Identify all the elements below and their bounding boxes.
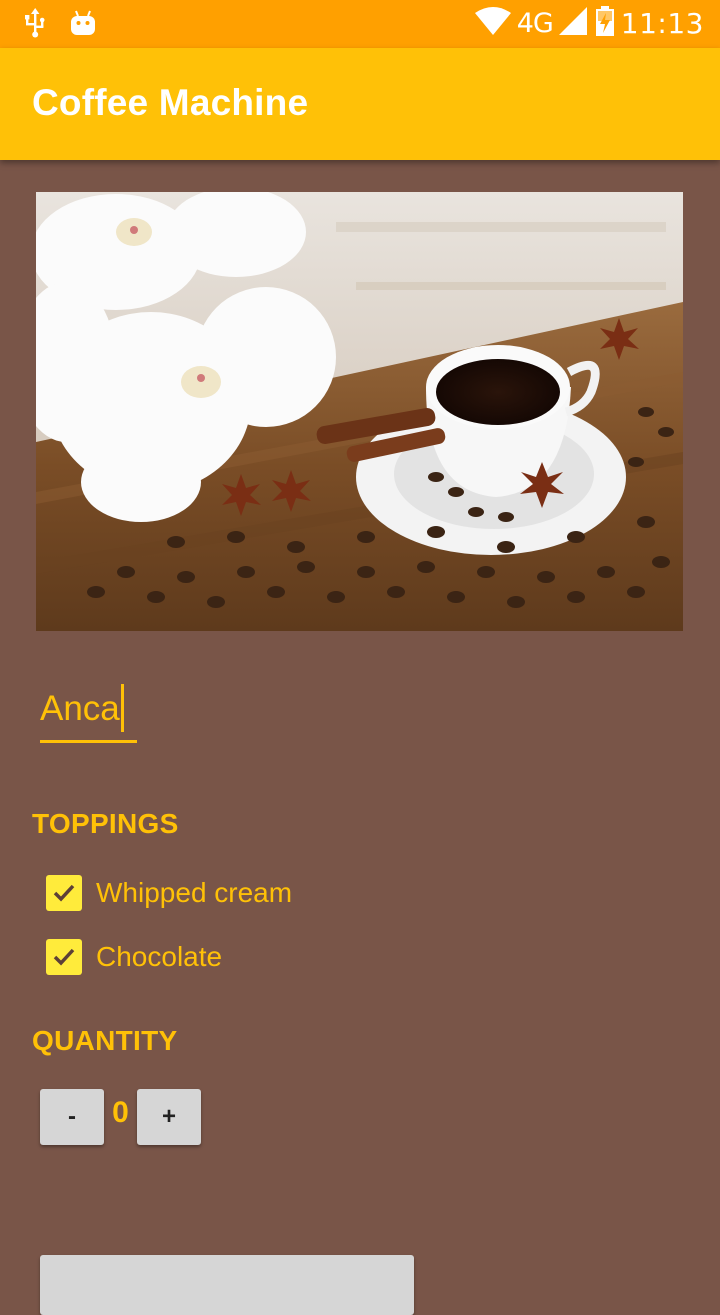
app-bar: Coffee Machine (0, 48, 720, 160)
text-cursor (121, 684, 124, 732)
network-type: 4G (516, 7, 554, 39)
battery-charging-icon (595, 6, 615, 40)
checkbox-checked-icon[interactable] (46, 875, 82, 911)
checkbox-checked-icon[interactable] (46, 939, 82, 975)
toppings-title: TOPPINGS (32, 808, 179, 839)
order-button[interactable] (40, 1255, 414, 1315)
android-icon (70, 10, 96, 40)
increment-button[interactable]: + (137, 1089, 201, 1145)
quantity-title: QUANTITY (32, 1025, 178, 1056)
coffee-hero-image (36, 192, 683, 631)
topping-chocolate[interactable]: Chocolate (46, 939, 222, 975)
signal-icon (558, 7, 589, 39)
app-title: Coffee Machine (32, 82, 309, 123)
quantity-value: 0 (112, 1096, 129, 1129)
status-bar: 4G 11:13 (0, 0, 720, 48)
checkbox-label: Whipped cream (96, 877, 293, 908)
decrement-button[interactable]: - (40, 1089, 104, 1145)
wifi-icon (474, 7, 511, 39)
checkbox-label: Chocolate (96, 941, 223, 972)
usb-icon (22, 8, 48, 42)
status-right: 4G 11:13 (474, 6, 704, 40)
clock: 11:13 (620, 6, 704, 40)
topping-whipped-cream[interactable]: Whipped cream (46, 875, 292, 911)
status-left (22, 8, 96, 42)
